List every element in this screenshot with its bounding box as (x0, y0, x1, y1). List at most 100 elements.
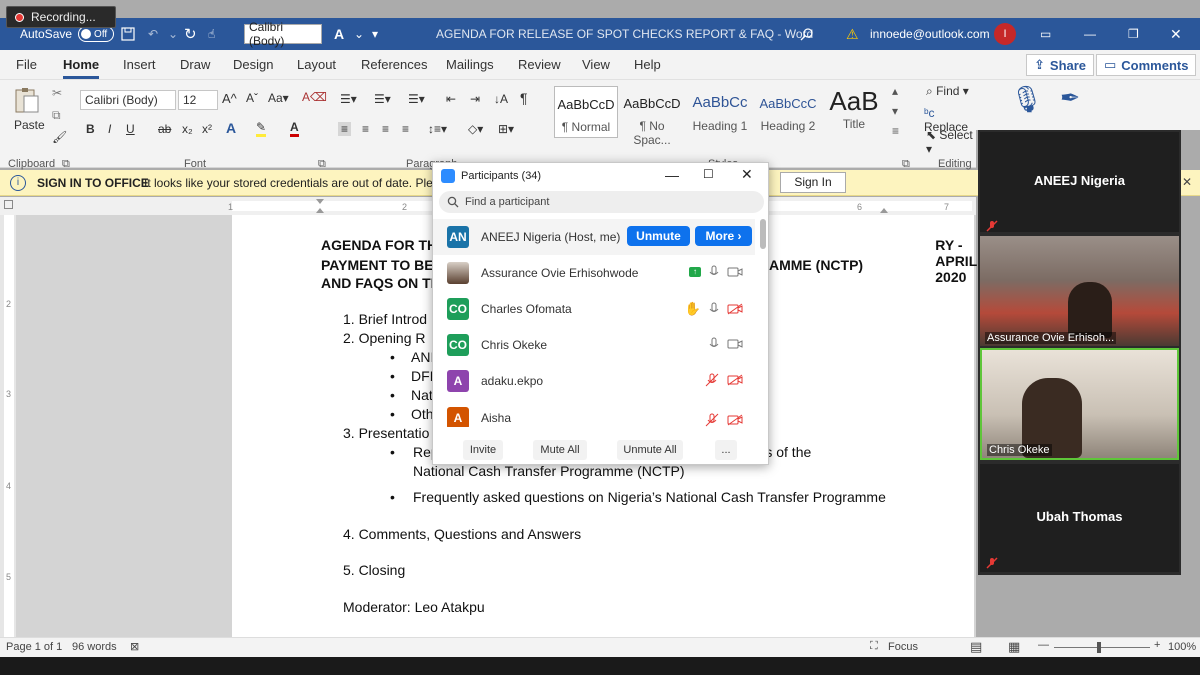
print-layout-icon[interactable]: ▦ (1008, 639, 1020, 655)
zoom-slider-thumb[interactable] (1097, 642, 1101, 653)
copy-icon[interactable]: ⧉ (52, 108, 61, 123)
tab-home[interactable]: Home (63, 57, 100, 79)
account-avatar[interactable]: I (994, 23, 1016, 45)
style-heading-2[interactable]: AaBbCcC Heading 2 (756, 86, 820, 138)
subscript-icon[interactable]: x₂ (182, 122, 193, 136)
redo-icon[interactable]: ↻ (184, 18, 197, 50)
style-title[interactable]: AaB Title (822, 86, 886, 138)
read-mode-icon[interactable]: ▤ (970, 639, 982, 655)
clear-format-icon[interactable]: A⌫ (302, 90, 327, 104)
more-options-button[interactable]: ... (715, 440, 737, 460)
participant-search[interactable]: Find a participant (439, 191, 764, 213)
tab-layout[interactable]: Layout (297, 57, 336, 72)
tab-insert[interactable]: Insert (123, 57, 156, 72)
style-no-spacing[interactable]: AaBbCcD ¶ No Spac... (620, 86, 684, 147)
tab-view[interactable]: View (582, 57, 610, 72)
participant-row[interactable]: AN ANEEJ Nigeria (Host, me) Unmute More … (433, 219, 755, 255)
text-effects-icon[interactable]: A (226, 120, 236, 136)
scrollbar-thumb[interactable] (760, 219, 766, 249)
font-color-icon-ribbon[interactable]: A (290, 120, 299, 137)
video-tile-aneej[interactable]: ANEEJ Nigeria (980, 132, 1179, 232)
autosave-toggle[interactable]: Off (78, 26, 115, 42)
borders-icon[interactable]: ⊞▾ (498, 122, 514, 136)
find-button[interactable]: ⌕ Find ▾ (926, 84, 969, 99)
video-tile-assurance[interactable]: Assurance Ovie Erhisoh... (980, 236, 1179, 346)
tab-file[interactable]: File (16, 57, 37, 72)
ruler-corner[interactable] (0, 197, 16, 215)
tab-review[interactable]: Review (518, 57, 561, 72)
align-left-icon[interactable]: ≡ (338, 122, 352, 136)
undo-dropdown-icon[interactable]: ⌄ (168, 18, 178, 50)
infobar-close-icon[interactable]: ✕ (1182, 175, 1192, 189)
zoom-level[interactable]: 100% (1168, 641, 1196, 653)
share-button[interactable]: ⇪ Share (1026, 54, 1095, 76)
style-heading-1[interactable]: AaBbCc Heading 1 (688, 86, 752, 138)
participant-row[interactable]: CO Charles Ofomata ✋ (433, 291, 755, 327)
participant-row[interactable]: A adaku.ekpo (433, 363, 755, 399)
video-tile-ubah-thomas[interactable]: Ubah Thomas (980, 464, 1179, 572)
font-size-select[interactable]: 12 (178, 90, 218, 110)
vertical-ruler[interactable]: 2 3 4 5 (0, 215, 16, 637)
superscript-icon[interactable]: x² (202, 122, 212, 136)
justify-icon[interactable]: ≡ (402, 122, 409, 136)
video-tile-chris-okeke[interactable]: Chris Okeke (980, 348, 1179, 460)
customize-toolbar-icon[interactable]: ▾ (372, 18, 378, 50)
decrease-indent-icon[interactable]: ⇤ (446, 92, 456, 106)
styles-scroll-up-icon[interactable]: ▴ (892, 84, 898, 98)
increase-indent-icon[interactable]: ⇥ (470, 92, 480, 106)
maximize-icon[interactable]: ☐ (703, 167, 714, 181)
participant-row[interactable]: Assurance Ovie Erhisohwode ↑ (433, 255, 755, 291)
more-button[interactable]: More › (695, 226, 752, 246)
invite-button[interactable]: Invite (463, 440, 503, 460)
styles-scroll-down-icon[interactable]: ▾ (892, 104, 898, 118)
multilevel-list-icon[interactable]: ☰▾ (408, 92, 425, 106)
mute-all-button[interactable]: Mute All (533, 440, 587, 460)
proofing-icon[interactable]: ⊠ (130, 640, 139, 653)
participants-window[interactable]: Participants (34) — ☐ ✕ Find a participa… (432, 162, 769, 465)
grow-font-icon[interactable]: A^ (222, 91, 237, 106)
font-name-select[interactable]: Calibri (Body) (80, 90, 176, 110)
search-icon[interactable] (800, 18, 814, 50)
participant-row[interactable]: A Aisha (433, 399, 755, 427)
participant-row[interactable]: CO Chris Okeke (433, 327, 755, 363)
shrink-font-icon[interactable]: Aˇ (246, 91, 258, 105)
align-right-icon[interactable]: ≡ (382, 122, 389, 136)
focus-icon[interactable]: ⛶ (870, 640, 878, 653)
unmute-all-button[interactable]: Unmute All (617, 440, 683, 460)
word-count[interactable]: 96 words (72, 641, 117, 653)
comments-button[interactable]: ▭ Comments (1096, 54, 1197, 76)
undo-icon[interactable]: ↶ (148, 18, 158, 50)
touch-mode-icon[interactable]: ☝ (208, 18, 215, 50)
zoom-slider[interactable] (1054, 642, 1150, 653)
bold-icon[interactable]: B (86, 122, 95, 136)
change-case-icon[interactable]: Aa▾ (268, 91, 289, 105)
dictate-icon[interactable]: 🎙 (1010, 84, 1043, 115)
tab-mailings[interactable]: Mailings (446, 57, 494, 72)
numbering-icon[interactable]: ☰▾ (374, 92, 391, 106)
tab-design[interactable]: Design (233, 57, 273, 72)
minimize-icon[interactable]: — (1084, 18, 1096, 50)
align-center-icon[interactable]: ≡ (362, 122, 369, 136)
account-email[interactable]: innoede@outlook.com (870, 18, 990, 50)
cut-icon[interactable]: ✂ (52, 86, 62, 100)
style-normal[interactable]: AaBbCcD ¶ Normal (554, 86, 618, 138)
show-marks-icon[interactable]: ¶ (520, 90, 528, 106)
paste-icon[interactable] (12, 86, 42, 114)
underline-icon[interactable]: U (126, 122, 135, 136)
close-icon[interactable]: ✕ (1170, 18, 1182, 50)
sort-icon[interactable]: ↓A (494, 92, 508, 106)
titlebar-font-select[interactable]: Calibri (Body) (244, 20, 322, 48)
zoom-in-icon[interactable]: + (1154, 639, 1160, 651)
shading-icon[interactable]: ◇▾ (468, 122, 483, 136)
highlight-icon[interactable]: ✎ (256, 120, 267, 137)
strikethrough-icon[interactable]: ab (158, 122, 171, 136)
format-painter-icon[interactable]: 🖌 (52, 130, 67, 144)
save-icon[interactable] (120, 18, 136, 50)
line-spacing-icon[interactable]: ↕≡▾ (428, 122, 447, 136)
sign-in-button[interactable]: Sign In (780, 172, 846, 193)
participants-scrollbar[interactable] (760, 219, 766, 419)
paste-label[interactable]: Paste (14, 118, 45, 132)
editor-icon[interactable]: ✒ (1060, 84, 1080, 113)
restore-icon[interactable]: ❐ (1128, 18, 1139, 50)
page-count[interactable]: Page 1 of 1 (6, 641, 62, 653)
